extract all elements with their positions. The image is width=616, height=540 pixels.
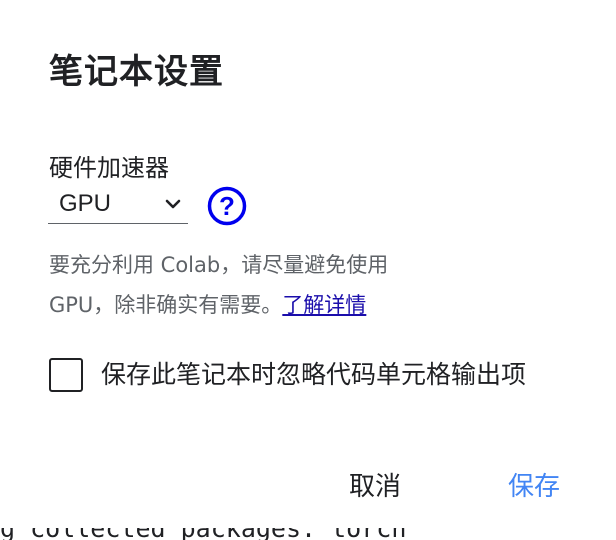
description-line-1: 要充分利用 Colab，请尽量避免使用 <box>49 253 389 277</box>
background-output-text: g collected packages: torch <box>0 528 406 540</box>
dialog-title: 笔记本设置 <box>49 52 224 92</box>
background-output-strip: g collected packages: torch <box>0 528 616 540</box>
omit-output-checkbox[interactable] <box>49 358 83 392</box>
svg-text:?: ? <box>219 191 235 221</box>
save-button[interactable]: 保存 <box>508 466 560 503</box>
omit-output-label[interactable]: 保存此笔记本时忽略代码单元格输出项 <box>101 356 526 394</box>
learn-more-link[interactable]: 了解详情 <box>282 293 366 317</box>
description-line-2: GPU，除非确实有需要。了解详情 <box>49 285 449 325</box>
hardware-accelerator-value: GPU <box>59 190 112 217</box>
hardware-accelerator-label: 硬件加速器 <box>49 154 169 182</box>
cancel-button[interactable]: 取消 <box>349 466 401 503</box>
notebook-settings-dialog: 笔记本设置 硬件加速器 GPU ? 要充分利用 Colab，请尽量避免使用 GP… <box>0 0 616 528</box>
description-line-2-text: GPU，除非确实有需要。 <box>49 293 283 317</box>
gpu-usage-description: 要充分利用 Colab，请尽量避免使用 GPU，除非确实有需要。了解详情 <box>49 245 449 325</box>
help-circle-icon[interactable]: ? <box>207 186 247 226</box>
chevron-down-icon <box>165 199 181 209</box>
hardware-accelerator-select[interactable]: GPU <box>48 186 188 224</box>
